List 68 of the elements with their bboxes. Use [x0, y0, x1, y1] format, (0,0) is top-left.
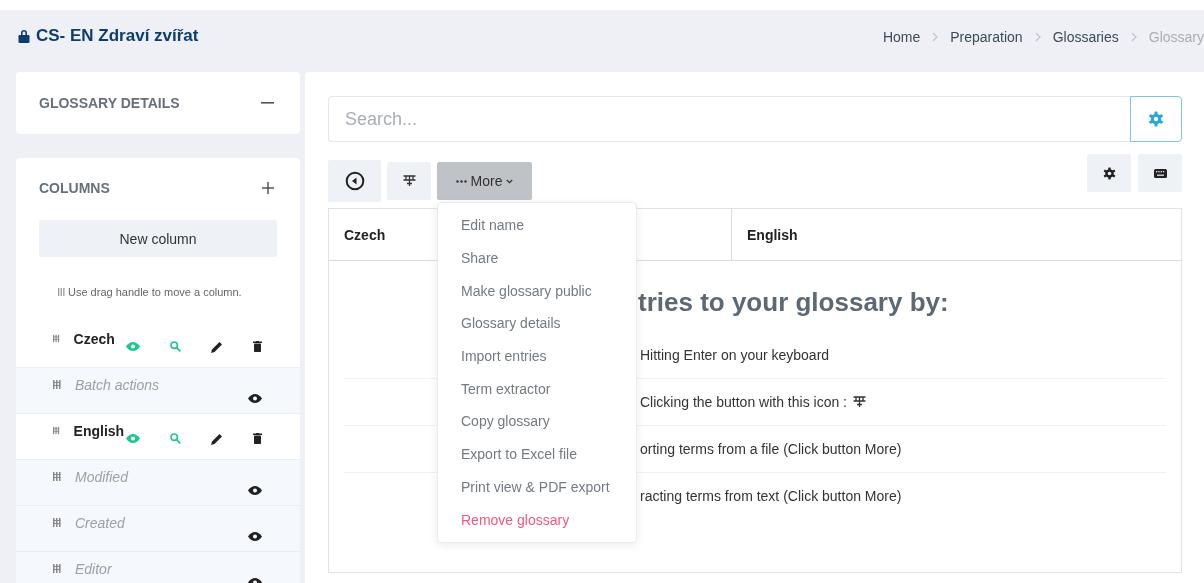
pencil-icon[interactable]: [211, 432, 223, 445]
chevron-right-icon: [932, 32, 939, 42]
back-circle-icon: [344, 171, 365, 191]
eye-icon[interactable]: [248, 532, 262, 541]
column-row[interactable]: Editor: [16, 552, 300, 583]
instruction-text: racting terms from text (Click button More): [640, 488, 902, 504]
card-title: GLOSSARY DETAILS: [39, 95, 180, 111]
drag-handle-icon[interactable]: [53, 334, 60, 343]
menu-item[interactable]: Glossary details: [438, 307, 636, 340]
settings-button[interactable]: [1087, 154, 1131, 192]
trash-icon[interactable]: [253, 341, 262, 352]
gear-icon: [1102, 166, 1116, 180]
dots-icon: [455, 179, 467, 183]
column-row[interactable]: Created: [16, 506, 300, 552]
back-button[interactable]: [328, 160, 381, 202]
glossary-title: CS- EN Zdraví zvířat: [36, 26, 199, 46]
drag-handle-icon[interactable]: [53, 380, 61, 389]
column-name: Batch actions: [75, 376, 161, 393]
column-name: Czech: [73, 330, 116, 347]
new-column-button[interactable]: New column: [39, 220, 277, 257]
add-entry-icon: [853, 396, 866, 408]
lock-icon: [18, 29, 30, 43]
caret-icon: [506, 178, 514, 184]
keyboard-icon: [1153, 168, 1167, 178]
menu-item[interactable]: Print view & PDF export: [438, 470, 636, 504]
trash-icon[interactable]: [253, 433, 262, 444]
chevron-right-icon: [1034, 32, 1041, 42]
breadcrumb-link[interactable]: Glossaries: [1052, 29, 1119, 45]
menu-item[interactable]: Copy glossary: [438, 405, 636, 438]
drag-handle-icon[interactable]: [53, 518, 61, 527]
search-settings-button[interactable]: [1130, 96, 1182, 142]
chevron-right-icon: [1130, 32, 1137, 42]
column-row[interactable]: Modified: [16, 460, 300, 506]
search-field[interactable]: Search...: [328, 96, 1130, 142]
column-name: English: [73, 422, 126, 439]
column-header[interactable]: English: [731, 209, 1181, 260]
drag-handle-icon[interactable]: [53, 472, 61, 481]
menu-item[interactable]: Make glossary public: [438, 274, 636, 308]
breadcrumb-link[interactable]: Preparation: [950, 29, 1023, 45]
menu-item[interactable]: Share: [438, 241, 636, 275]
menu-item[interactable]: Term extractor: [438, 372, 636, 406]
eye-icon[interactable]: [248, 486, 262, 495]
drag-handle-icon: [58, 288, 65, 296]
empty-state-heading: tries to your glossary by:: [638, 287, 950, 319]
hint-text: Use drag handle to move a column.: [68, 286, 242, 298]
column-row[interactable]: Batch actions: [16, 368, 300, 414]
instruction-text: orting terms from a file (Click button More): [640, 441, 902, 457]
add-row-icon: [402, 175, 416, 187]
add-icon[interactable]: [262, 182, 274, 194]
drag-handle-icon[interactable]: [53, 426, 60, 435]
column-name: Modified: [75, 468, 130, 485]
instruction-text: Clicking the button with this icon :: [640, 394, 847, 410]
column-name: Editor: [75, 560, 113, 577]
keyboard-button[interactable]: [1138, 154, 1182, 192]
add-entry-button[interactable]: [387, 162, 431, 200]
menu-item[interactable]: Export to Excel file: [438, 437, 636, 471]
more-button[interactable]: More: [437, 162, 532, 200]
menu-item[interactable]: Remove glossary: [438, 503, 636, 536]
drag-handle-icon[interactable]: [53, 564, 61, 573]
eye-icon[interactable]: [248, 394, 262, 403]
card-title: COLUMNS: [39, 180, 110, 196]
column-name: Created: [75, 514, 126, 531]
breadcrumb-link[interactable]: Home: [882, 29, 921, 45]
menu-item[interactable]: Edit name: [438, 209, 636, 242]
menu-item[interactable]: Import entries: [438, 339, 636, 373]
gear-icon: [1148, 111, 1164, 127]
pencil-icon[interactable]: [211, 340, 223, 353]
instruction-text: Hitting Enter on your keyboard: [640, 347, 830, 363]
